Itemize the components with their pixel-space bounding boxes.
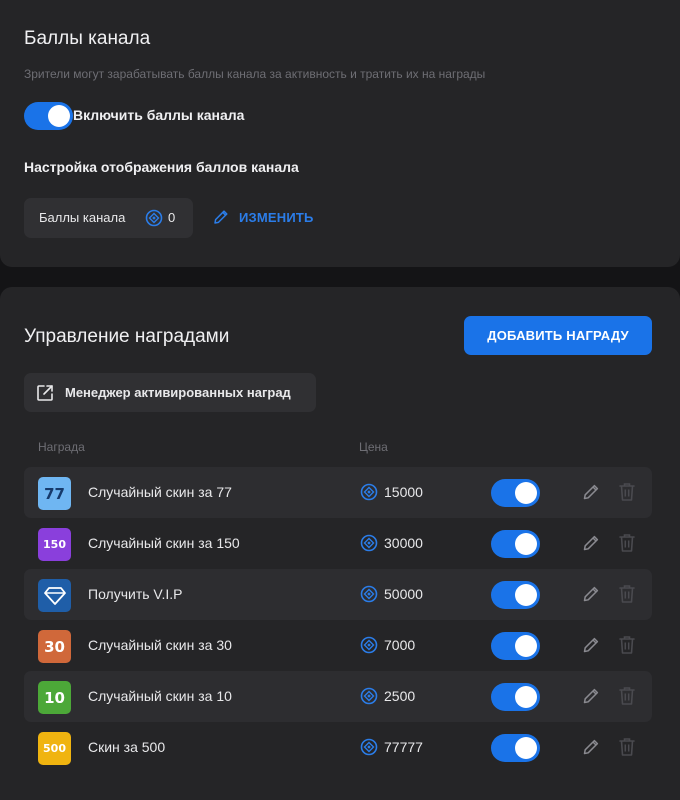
reward-badge-icon: 500 bbox=[38, 732, 71, 765]
reward-enabled-toggle[interactable] bbox=[491, 479, 540, 507]
reward-badge-icon: 150 bbox=[38, 528, 71, 561]
channel-points-description: Зрители могут зарабатывать баллы канала … bbox=[24, 67, 486, 81]
reward-name: Случайный скин за 10 bbox=[88, 688, 232, 704]
points-label: Баллы канала bbox=[39, 210, 126, 225]
column-header-reward: Награда bbox=[38, 440, 85, 454]
channel-points-card: Баллы канала Зрители могут зарабатывать … bbox=[0, 0, 680, 267]
points-coin-icon bbox=[360, 585, 378, 608]
reward-price: 7000 bbox=[384, 637, 416, 653]
reward-price: 2500 bbox=[384, 688, 416, 704]
rewards-manager-label: Менеджер активированных наград bbox=[65, 385, 291, 400]
reward-badge-icon: 30 bbox=[38, 630, 71, 663]
external-link-icon bbox=[35, 383, 55, 403]
reward-row: 150 Случайный скин за 150 30000 bbox=[24, 518, 652, 569]
reward-name: Случайный скин за 30 bbox=[88, 637, 232, 653]
trash-icon bbox=[617, 634, 637, 661]
points-value: 0 bbox=[168, 210, 176, 225]
rewards-title: Управление наградами bbox=[24, 326, 230, 347]
reward-enabled-toggle[interactable] bbox=[491, 530, 540, 558]
reward-row: 30 Случайный скин за 30 7000 bbox=[24, 620, 652, 671]
reward-enabled-toggle[interactable] bbox=[491, 683, 540, 711]
reward-name: Скин за 500 bbox=[88, 739, 166, 755]
enable-points-label: Включить баллы канала bbox=[73, 107, 245, 123]
reward-row: 500 Скин за 500 77777 bbox=[24, 722, 652, 773]
display-settings-title: Настройка отображения баллов канала bbox=[24, 159, 299, 175]
trash-icon bbox=[617, 685, 637, 712]
trash-icon bbox=[617, 736, 637, 763]
points-display-box: Баллы канала 0 bbox=[24, 198, 193, 238]
rewards-card: Управление наградами ДОБАВИТЬ НАГРАДУ Ме… bbox=[0, 287, 680, 800]
points-coin-icon bbox=[360, 687, 378, 710]
reward-name: Случайный скин за 150 bbox=[88, 535, 240, 551]
edit-points-link[interactable]: ИЗМЕНИТЬ bbox=[212, 208, 314, 226]
pencil-icon[interactable] bbox=[581, 686, 601, 711]
rewards-manager-button[interactable]: Менеджер активированных наград bbox=[24, 373, 316, 412]
points-coin-icon bbox=[360, 534, 378, 557]
pencil-icon[interactable] bbox=[581, 635, 601, 660]
column-header-price: Цена bbox=[359, 440, 388, 454]
reward-row: 77 Случайный скин за 77 15000 bbox=[24, 467, 652, 518]
edit-points-label: ИЗМЕНИТЬ bbox=[239, 209, 314, 225]
toggle-knob bbox=[515, 635, 537, 657]
trash-icon bbox=[617, 532, 637, 559]
toggle-knob bbox=[515, 482, 537, 504]
reward-price: 15000 bbox=[384, 484, 423, 500]
toggle-knob bbox=[515, 533, 537, 555]
reward-price: 50000 bbox=[384, 586, 423, 602]
pencil-icon[interactable] bbox=[581, 533, 601, 558]
points-coin-icon bbox=[360, 738, 378, 761]
channel-points-title: Баллы канала bbox=[24, 28, 151, 49]
reward-price: 30000 bbox=[384, 535, 423, 551]
pencil-icon bbox=[212, 208, 230, 226]
reward-price: 77777 bbox=[384, 739, 423, 755]
toggle-knob bbox=[515, 737, 537, 759]
trash-icon bbox=[617, 481, 637, 508]
reward-name: Случайный скин за 77 bbox=[88, 484, 232, 500]
add-reward-button[interactable]: ДОБАВИТЬ НАГРАДУ bbox=[464, 316, 652, 355]
reward-badge-icon: 10 bbox=[38, 681, 71, 714]
pencil-icon[interactable] bbox=[581, 482, 601, 507]
toggle-knob bbox=[515, 584, 537, 606]
diamond-icon bbox=[38, 579, 71, 612]
enable-points-toggle[interactable] bbox=[24, 102, 73, 130]
rewards-list: 77 Случайный скин за 77 15000 150 Случайный … bbox=[24, 467, 652, 773]
reward-name: Получить V.I.P bbox=[88, 586, 183, 602]
pencil-icon[interactable] bbox=[581, 584, 601, 609]
toggle-knob bbox=[48, 105, 70, 127]
reward-row: 10 Случайный скин за 10 2500 bbox=[24, 671, 652, 722]
points-coin-icon bbox=[360, 483, 378, 506]
toggle-knob bbox=[515, 686, 537, 708]
trash-icon bbox=[617, 583, 637, 610]
reward-enabled-toggle[interactable] bbox=[491, 632, 540, 660]
reward-enabled-toggle[interactable] bbox=[491, 581, 540, 609]
points-coin-icon bbox=[145, 209, 163, 232]
pencil-icon[interactable] bbox=[581, 737, 601, 762]
reward-enabled-toggle[interactable] bbox=[491, 734, 540, 762]
reward-row: Получить V.I.P 50000 bbox=[24, 569, 652, 620]
reward-badge-icon: 77 bbox=[38, 477, 71, 510]
points-coin-icon bbox=[360, 636, 378, 659]
